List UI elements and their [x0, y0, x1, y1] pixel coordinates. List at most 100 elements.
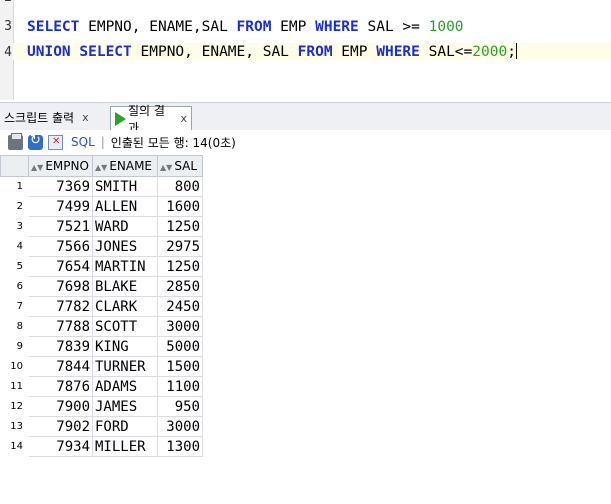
column-header-ename[interactable]: ▲▼ ENAME [92, 155, 158, 177]
table-row[interactable]: 13 7902 FORD 3000 [0, 416, 203, 437]
row-number: 11 [0, 376, 29, 397]
cell-ename[interactable]: WARD [92, 216, 158, 237]
table-row[interactable]: 14 7934 MILLER 1300 [0, 436, 203, 457]
cell-sal[interactable]: 1500 [157, 356, 203, 377]
table-row[interactable]: 6 7698 BLAKE 2850 [0, 276, 203, 297]
cell-ename[interactable]: KING [92, 336, 158, 357]
line-number: 2 [0, 0, 12, 5]
cell-sal[interactable]: 3000 [157, 416, 203, 437]
table-row[interactable]: 12 7900 JAMES 950 [0, 396, 203, 417]
cell-sal[interactable]: 950 [157, 396, 203, 417]
code-line-3[interactable]: SELECT EMPNO, ENAME,SAL FROM EMP WHERE S… [27, 19, 464, 35]
cancel-icon[interactable] [48, 134, 63, 150]
toolbar-separator: | [100, 135, 105, 149]
table-row[interactable]: 11 7876 ADAMS 1100 [0, 376, 203, 397]
sort-icon: ▲▼ [95, 163, 108, 172]
cell-empno[interactable]: 7839 [28, 336, 93, 357]
cell-ename[interactable]: MILLER [92, 436, 158, 457]
line-number: 3 [4, 19, 12, 34]
sql-editor[interactable]: 2 3 4 SELECT EMPNO, ENAME,SAL FROM EMP W… [0, 0, 611, 100]
play-icon [115, 111, 126, 126]
sql-link[interactable]: SQL [71, 135, 95, 149]
cell-ename[interactable]: TURNER [92, 356, 158, 377]
text-caret [515, 43, 517, 59]
table-row[interactable]: 5 7654 MARTIN 1250 [0, 256, 203, 277]
cell-sal[interactable]: 5000 [157, 336, 203, 357]
tab-query-result[interactable]: 질의 결과 x [110, 104, 192, 135]
cell-empno[interactable]: 7654 [28, 256, 93, 277]
code-text: EMP [332, 44, 377, 60]
cell-sal[interactable]: 1600 [157, 196, 203, 217]
cell-sal[interactable]: 1300 [157, 436, 203, 457]
close-icon[interactable]: x [180, 112, 187, 125]
cell-sal[interactable]: 2975 [157, 236, 203, 257]
table-row[interactable]: 4 7566 JONES 2975 [0, 236, 203, 257]
cell-empno[interactable]: 7782 [28, 296, 93, 317]
table-row[interactable]: 9 7839 KING 5000 [0, 336, 203, 357]
cell-ename[interactable]: SMITH [92, 176, 158, 197]
cell-sal[interactable]: 1250 [157, 256, 203, 277]
sort-icon: ▲▼ [31, 163, 44, 172]
cell-empno[interactable]: 7902 [28, 416, 93, 437]
cell-sal[interactable]: 3000 [157, 316, 203, 337]
code-text: ; [507, 44, 516, 60]
cell-ename[interactable]: BLAKE [92, 276, 158, 297]
cell-empno[interactable]: 7698 [28, 276, 93, 297]
table-row[interactable]: 10 7844 TURNER 1500 [0, 356, 203, 377]
cell-sal[interactable]: 2450 [157, 296, 203, 317]
row-number: 3 [0, 216, 29, 237]
cell-ename[interactable]: JONES [92, 236, 158, 257]
cell-ename[interactable]: FORD [92, 416, 158, 437]
tab-script-output[interactable]: 스크립트 출력 x [0, 106, 110, 128]
table-row[interactable]: 8 7788 SCOTT 3000 [0, 316, 203, 337]
cell-empno[interactable]: 7369 [28, 176, 93, 197]
keyword: FROM [297, 44, 333, 60]
cell-ename[interactable]: ADAMS [92, 376, 158, 397]
printer-icon[interactable] [8, 132, 23, 150]
cell-ename[interactable]: ALLEN [92, 196, 158, 217]
results-tab-bar: 스크립트 출력 x 질의 결과 x [0, 102, 611, 135]
keyword: SELECT [79, 44, 132, 60]
cell-sal[interactable]: 800 [157, 176, 203, 197]
cell-empno[interactable]: 7844 [28, 356, 93, 377]
results-toolbar: SQL | 인출된 모든 행: 14(0초) [0, 130, 611, 154]
cell-sal[interactable]: 2850 [157, 276, 203, 297]
cell-sal[interactable]: 1100 [157, 376, 203, 397]
column-label: EMPNO [45, 159, 89, 173]
row-number: 10 [0, 356, 29, 377]
cell-empno[interactable]: 7876 [28, 376, 93, 397]
cell-ename[interactable]: JAMES [92, 396, 158, 417]
table-row[interactable]: 3 7521 WARD 1250 [0, 216, 203, 237]
fetch-status: 인출된 모든 행: 14(0초) [110, 135, 236, 150]
tab-label: 스크립트 출력 [4, 110, 75, 125]
row-number: 7 [0, 296, 29, 317]
cell-empno[interactable]: 7499 [28, 196, 93, 217]
cell-empno[interactable]: 7900 [28, 396, 93, 417]
cell-ename[interactable]: SCOTT [92, 316, 158, 337]
result-grid[interactable]: ▲▼ EMPNO ▲▼ ENAME ▲▼ SAL 1 7369 SMITH 800 2 7499… [0, 155, 203, 457]
code-line-4[interactable]: UNION SELECT EMPNO, ENAME, SAL FROM EMP … [13, 43, 611, 60]
row-number: 5 [0, 256, 29, 277]
cell-sal[interactable]: 1250 [157, 216, 203, 237]
line-number-gutter: 2 3 4 [0, 0, 14, 100]
cell-empno[interactable]: 7521 [28, 216, 93, 237]
keyword: WHERE [376, 44, 420, 60]
cell-ename[interactable]: MARTIN [92, 256, 158, 277]
table-row[interactable]: 2 7499 ALLEN 1600 [0, 196, 203, 217]
number-literal: 1000 [428, 19, 464, 35]
keyword: UNION [27, 44, 71, 60]
table-row[interactable]: 1 7369 SMITH 800 [0, 176, 203, 197]
cell-ename[interactable]: CLARK [92, 296, 158, 317]
cell-empno[interactable]: 7934 [28, 436, 93, 457]
cell-empno[interactable]: 7566 [28, 236, 93, 257]
refresh-icon[interactable] [28, 133, 43, 150]
column-label: ENAME [109, 159, 153, 173]
table-row[interactable]: 7 7782 CLARK 2450 [0, 296, 203, 317]
close-icon[interactable]: x [82, 111, 89, 124]
number-literal: 2000 [472, 44, 508, 60]
column-header-empno[interactable]: ▲▼ EMPNO [28, 155, 93, 177]
code-text: EMPNO, ENAME, SAL [131, 44, 298, 60]
column-header-sal[interactable]: ▲▼ SAL [157, 155, 203, 177]
keyword: FROM [236, 19, 272, 35]
cell-empno[interactable]: 7788 [28, 316, 93, 337]
